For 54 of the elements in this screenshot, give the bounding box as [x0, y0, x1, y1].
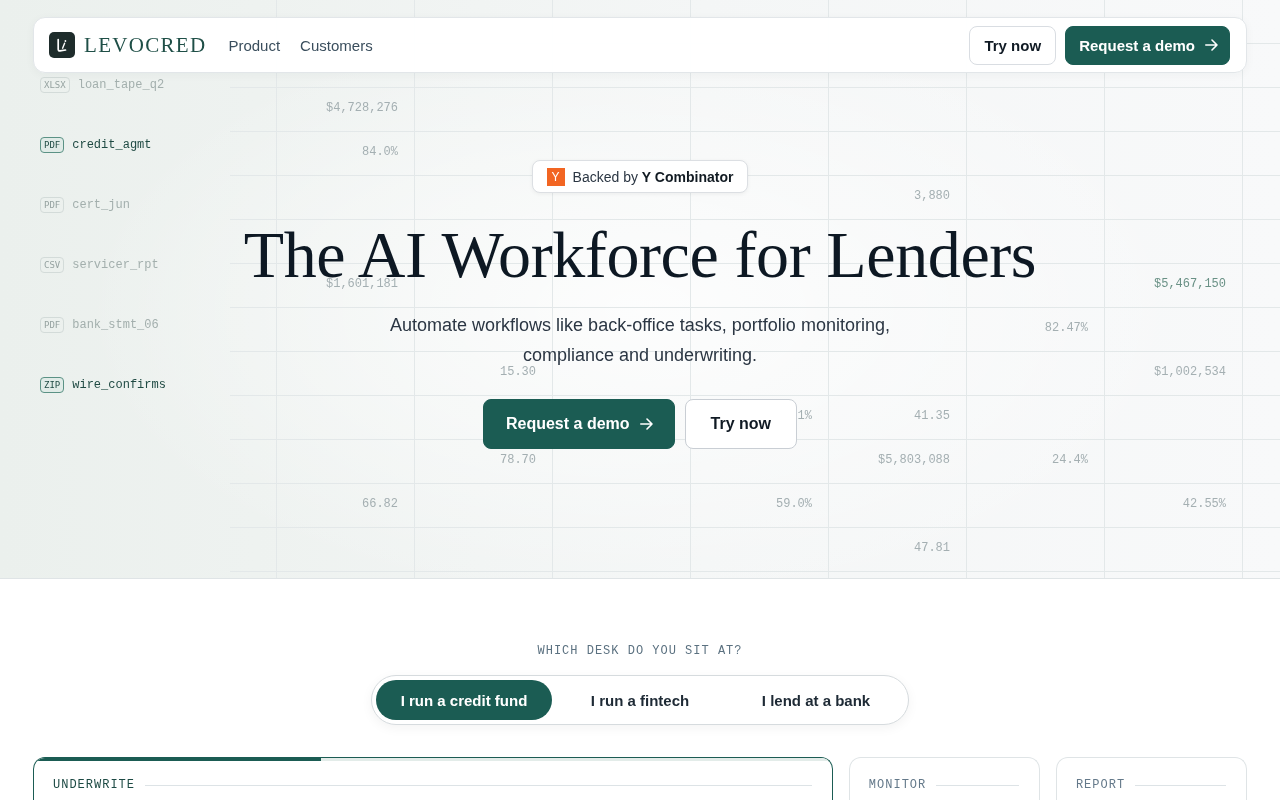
grid-value: $4,728,276 — [326, 102, 398, 115]
nav-link[interactable]: Product — [228, 36, 281, 54]
arrow-right-icon — [1205, 39, 1218, 51]
grid-value: 84.0% — [362, 146, 398, 159]
file-type-tag: CSV — [40, 257, 65, 273]
file-name: loan_tape_q2 — [77, 78, 165, 92]
file-name: cert_jun — [72, 198, 130, 212]
grid-value: 66.82 — [362, 498, 398, 511]
backed-by-text: Backed by Y Combinator — [572, 168, 734, 185]
grid-value: 24.4% — [1052, 454, 1088, 467]
file-type-tag: ZIP — [40, 377, 65, 393]
grid-value: 47.81 — [914, 542, 950, 555]
file-name: servicer_rpt — [72, 258, 159, 272]
logo-icon — [49, 32, 75, 58]
grid-value: $5,803,088 — [878, 454, 950, 467]
file-type-tag: PDF — [40, 137, 65, 153]
letter-logo: Y — [546, 167, 565, 186]
logo-wordmark[interactable]: LEVOCRED — [84, 32, 207, 58]
workflow-card[interactable]: MONITOR — [848, 757, 1040, 800]
hero-title: The AI Workforce for Lenders — [243, 232, 1037, 278]
grid-value: 42.55% — [1182, 498, 1226, 511]
workflow-card[interactable]: REPORT — [1055, 757, 1247, 800]
section-heading: WHICH DESK DO YOU SIT AT? — [537, 643, 743, 659]
grid-value: 78.70 — [500, 454, 536, 467]
grid-value: $1,002,534 — [1154, 366, 1226, 379]
nav-link[interactable]: Customers — [300, 36, 373, 54]
grid-value: 15.30 — [500, 366, 536, 379]
grid-value: 59.0% — [776, 498, 812, 511]
grid-value: 3,880 — [914, 190, 950, 203]
grid-value: 41.35 — [914, 410, 950, 423]
try-now-button[interactable]: Try now — [969, 25, 1057, 65]
file-name: bank_stmt_06 — [72, 318, 159, 332]
card-label: MONITOR — [868, 778, 927, 792]
card-label: UNDERWRITE — [53, 778, 135, 792]
hero-subtitle: Automate workflows like back-office tasks, portfolio monitoring, compliance and underwriting. — [389, 314, 891, 366]
desk-option-tab[interactable]: I lend at a bank — [728, 680, 904, 720]
try-now-button[interactable]: Try now — [684, 399, 797, 449]
workflow-card[interactable]: UNDERWRITE — [33, 757, 833, 800]
file-type-tag: PDF — [40, 317, 65, 333]
file-type-tag: XLSX — [40, 77, 70, 93]
file-name: credit_agmt — [72, 138, 152, 152]
request-demo-button[interactable]: Request a demo — [1065, 25, 1230, 65]
grid-value: $5,467,150 — [1154, 278, 1226, 291]
grid-value: 1% — [797, 410, 812, 423]
announcement-pill[interactable]: Y Backed by Y Combinator — [531, 160, 749, 193]
request-demo-button[interactable]: Request a demo — [482, 399, 675, 449]
desk-option-tab[interactable]: I run a credit fund — [376, 680, 552, 720]
card-label: REPORT — [1075, 778, 1126, 792]
grid-value: 82.47% — [1044, 322, 1088, 335]
file-type-tag: PDF — [40, 197, 65, 213]
grid-value: $1,601,181 — [326, 278, 398, 291]
desk-option-tab[interactable]: I run a fintech — [552, 680, 728, 720]
arrow-right-icon — [639, 418, 653, 430]
file-name: wire_confirms — [72, 378, 166, 392]
